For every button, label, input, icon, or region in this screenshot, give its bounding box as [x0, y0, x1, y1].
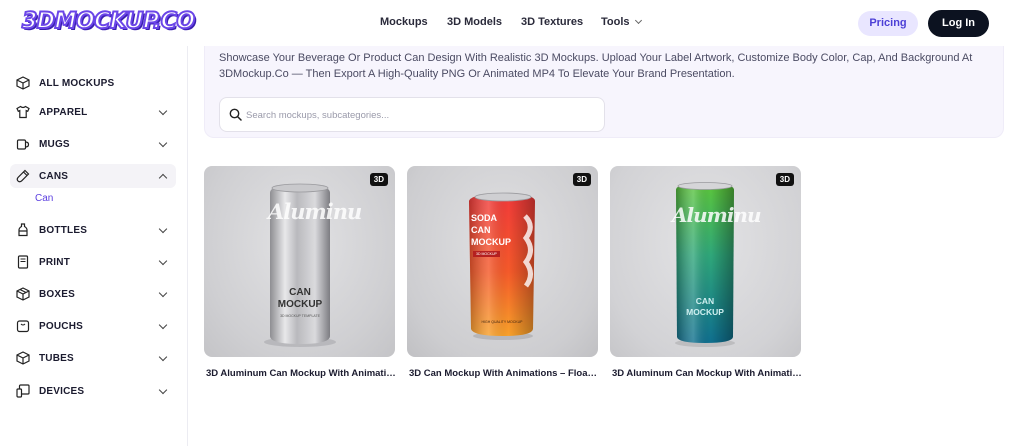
chevron-down-icon: [158, 138, 168, 148]
devices-icon: [16, 384, 30, 398]
sidebar-item-label: ALL MOCKUPS: [39, 77, 115, 89]
mockup-card[interactable]: SODA CAN MOCKUP 3D MOCKUP HIGH QUALITY M…: [407, 166, 600, 379]
can-small-text: 3D MOCKUP: [473, 251, 500, 257]
can-bottom-text: HIGH QUALITY MOCKUP: [481, 320, 523, 324]
sidebar-item-label: POUCHS: [39, 320, 83, 332]
chevron-down-icon: [158, 352, 168, 362]
nav-mockups[interactable]: Mockups: [380, 16, 428, 28]
sidebar-item-label: CANS: [39, 170, 69, 182]
chevron-down-icon: [158, 224, 168, 234]
nav-tools-label: Tools: [601, 16, 630, 28]
can-icon: [16, 169, 30, 183]
can-small-text: 3D MOCKUP TEMPLATE: [280, 314, 320, 318]
sidebar-item-label: APPAREL: [39, 106, 88, 118]
sidebar-item-boxes[interactable]: BOXES: [10, 282, 176, 306]
sidebar-item-label: BOTTLES: [39, 224, 88, 236]
can-script-text: Aluminu: [268, 199, 362, 224]
tube-icon: [16, 351, 30, 365]
can-label-text: CAN MOCKUP: [686, 296, 724, 317]
sidebar-item-mugs[interactable]: MUGS: [10, 132, 176, 156]
sidebar-item-print[interactable]: PRINT: [10, 250, 176, 274]
sidebar-item-label: DEVICES: [39, 385, 85, 397]
sidebar-item-apparel[interactable]: APPAREL: [10, 100, 176, 124]
sidebar-item-tubes[interactable]: TUBES: [10, 346, 176, 370]
hero-description: Showcase Your Beverage Or Product Can De…: [219, 52, 973, 80]
sidebar-item-all-mockups[interactable]: ALL MOCKUPS: [10, 71, 176, 95]
shirt-icon: [16, 105, 30, 119]
pouch-icon: [16, 319, 30, 333]
page: 3DMOCKUP.CO Mockups 3D Models 3D Texture…: [0, 0, 1024, 446]
chevron-up-icon: [158, 173, 168, 183]
category-sidebar: ALL MOCKUPS APPAREL MUGS CANS Can BOTTLE…: [0, 46, 188, 446]
print-icon: [16, 255, 30, 269]
search-input[interactable]: [246, 106, 586, 124]
nav-3d-textures[interactable]: 3D Textures: [521, 16, 583, 28]
chevron-down-icon: [158, 385, 168, 395]
sidebar-item-bottles[interactable]: BOTTLES: [10, 218, 176, 242]
mockup-thumbnail[interactable]: Aluminu CAN MOCKUP 3D MOCKUP TEMPLATE 3D: [204, 166, 395, 357]
sidebar-item-label: TUBES: [39, 352, 74, 364]
mockup-thumbnail[interactable]: Aluminu CAN MOCKUP 3D: [610, 166, 801, 357]
login-button[interactable]: Log In: [928, 10, 989, 37]
sidebar-item-pouchs[interactable]: POUCHS: [10, 314, 176, 338]
mockup-card[interactable]: Aluminu CAN MOCKUP 3D 3D Aluminum Can Mo…: [610, 166, 803, 379]
cube-icon: [16, 76, 30, 90]
pricing-button[interactable]: Pricing: [858, 11, 918, 36]
mockup-title[interactable]: 3D Can Mockup With Animations – Floating…: [409, 368, 600, 379]
sidebar-subitem-can[interactable]: Can: [35, 193, 53, 204]
3d-badge: 3D: [572, 173, 591, 186]
hero-section: Showcase Your Beverage Or Product Can De…: [204, 40, 1004, 138]
soda-can-image: [469, 192, 535, 340]
sidebar-item-label: MUGS: [39, 138, 70, 150]
3d-badge: 3D: [775, 173, 794, 186]
mockup-title[interactable]: 3D Aluminum Can Mockup With Animations: [612, 368, 803, 379]
bottle-icon: [16, 223, 30, 237]
can-label-text: CAN MOCKUP: [277, 287, 323, 310]
mockup-thumbnail[interactable]: SODA CAN MOCKUP 3D MOCKUP HIGH QUALITY M…: [407, 166, 598, 357]
box-icon: [16, 287, 30, 301]
sidebar-item-label: PRINT: [39, 256, 70, 268]
sidebar-item-label: BOXES: [39, 288, 76, 300]
chevron-down-icon: [158, 106, 168, 116]
mug-icon: [16, 137, 30, 151]
can-script-text: Aluminu: [672, 203, 761, 227]
silver-can-image: [264, 183, 336, 347]
can-label-text: SODA CAN MOCKUP: [471, 213, 511, 247]
chevron-down-icon: [158, 320, 168, 330]
chevron-down-icon: [634, 16, 642, 25]
mockup-title[interactable]: 3D Aluminum Can Mockup With Animations: [206, 368, 397, 379]
mockup-card[interactable]: Aluminu CAN MOCKUP 3D MOCKUP TEMPLATE 3D…: [204, 166, 397, 379]
nav-tools[interactable]: Tools: [601, 16, 642, 28]
chevron-down-icon: [158, 288, 168, 298]
sidebar-item-cans[interactable]: CANS: [10, 164, 176, 188]
3d-badge: 3D: [369, 173, 388, 186]
green-can-image: [675, 182, 735, 347]
sidebar-item-devices[interactable]: DEVICES: [10, 379, 176, 403]
top-header: 3DMOCKUP.CO Mockups 3D Models 3D Texture…: [0, 0, 1024, 46]
nav-3d-models[interactable]: 3D Models: [447, 16, 502, 28]
chevron-down-icon: [158, 256, 168, 266]
site-logo[interactable]: 3DMOCKUP.CO: [21, 8, 196, 35]
search-box[interactable]: [219, 97, 605, 132]
search-icon: [229, 108, 242, 126]
